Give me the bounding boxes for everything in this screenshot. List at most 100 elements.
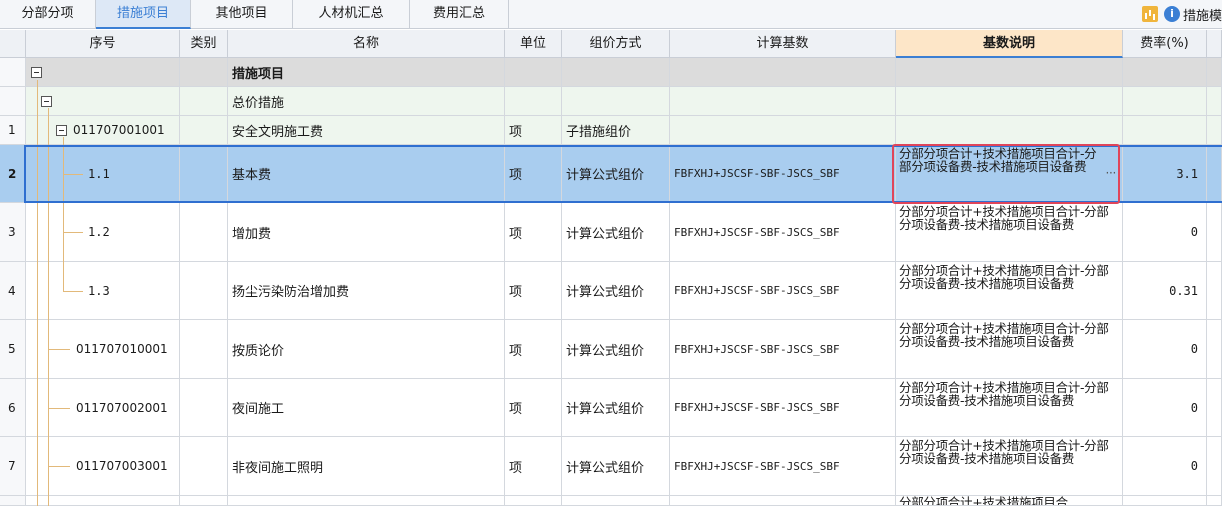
seq-cell[interactable]: 1.3 [26,262,180,320]
table-row[interactable]: 总价措施 [0,87,1222,116]
header-base-description[interactable]: 基数说明 [896,30,1123,58]
table-row[interactable]: 5 011707010001 按质论价 项 计算公式组价 FBFXHJ+JSCS… [0,320,1222,379]
name-cell[interactable]: 按质论价 [228,320,505,379]
rate-cell[interactable]: 0 [1123,379,1207,437]
info-icon[interactable]: i [1163,6,1180,22]
base-description-cell[interactable] [896,58,1123,87]
type-cell[interactable] [180,87,228,116]
rate-cell[interactable]: 0 [1123,437,1207,496]
base-cell[interactable]: FBFXHJ+JSCSF-SBF-JSCS_SBF [670,145,896,203]
collapse-toggle-icon[interactable] [56,124,67,136]
unit-cell[interactable]: 项 [505,116,562,145]
rate-cell[interactable] [1123,496,1207,506]
base-description-cell[interactable]: 分部分项合计+技术措施项目合计-分部分项设备费-技术措施项目设备费 [896,320,1123,379]
unit-cell[interactable] [505,87,562,116]
base-description-cell[interactable] [896,87,1123,116]
name-cell[interactable]: 措施项目 [228,58,505,87]
name-cell[interactable]: 总价措施 [228,87,505,116]
unit-cell[interactable]: 项 [505,379,562,437]
table-row-partial[interactable]: 分部分项合计+技术措施项目合 [0,496,1222,506]
measure-template-button[interactable]: 措施模 [1183,5,1222,24]
base-description-cell[interactable]: 分部分项合计+技术措施项目合计-分部分项设备费-技术措施项目设备费 [896,203,1123,262]
pricing-cell[interactable]: 计算公式组价 [562,145,670,203]
chart-icon[interactable] [1141,6,1158,22]
collapse-toggle-icon[interactable] [31,66,42,78]
header-seq[interactable]: 序号 [26,30,180,58]
pricing-cell[interactable]: 计算公式组价 [562,320,670,379]
tab-feiyong-huizong[interactable]: 费用汇总 [410,0,509,29]
table-row[interactable]: 措施项目 [0,58,1222,87]
pricing-cell[interactable]: 计算公式组价 [562,262,670,320]
name-cell[interactable]: 增加费 [228,203,505,262]
name-cell[interactable]: 非夜间施工照明 [228,437,505,496]
seq-cell[interactable]: 011707001001 [26,116,180,145]
table-row[interactable]: 4 1.3 扬尘污染防治增加费 项 计算公式组价 FBFXHJ+JSCSF-SB… [0,262,1222,320]
name-cell[interactable]: 夜间施工 [228,379,505,437]
unit-cell[interactable] [505,58,562,87]
table-row[interactable]: 3 1.2 增加费 项 计算公式组价 FBFXHJ+JSCSF-SBF-JSCS… [0,203,1222,262]
rate-cell[interactable]: 0.31 [1123,262,1207,320]
rate-cell[interactable]: 0 [1123,320,1207,379]
tab-cuoshixiangmu[interactable]: 措施项目 [96,0,191,29]
tab-rencaiji-huizong[interactable]: 人材机汇总 [293,0,410,29]
pricing-cell[interactable] [562,87,670,116]
base-description-cell[interactable]: 分部分项合计+技术措施项目合计-分部分项设备费-技术措施项目设备费 ··· [896,145,1123,203]
base-description-cell[interactable] [896,116,1123,145]
collapse-toggle-icon[interactable] [41,95,52,107]
seq-cell[interactable] [26,58,180,87]
seq-cell[interactable] [26,87,180,116]
type-cell[interactable] [180,203,228,262]
base-cell[interactable]: FBFXHJ+JSCSF-SBF-JSCS_SBF [670,262,896,320]
base-description-cell[interactable]: 分部分项合计+技术措施项目合计-分部分项设备费-技术措施项目设备费 [896,379,1123,437]
header-name[interactable]: 名称 [228,30,505,58]
type-cell[interactable] [180,116,228,145]
seq-cell[interactable]: 1.1 [26,145,180,203]
name-cell[interactable]: 安全文明施工费 [228,116,505,145]
unit-cell[interactable]: 项 [505,437,562,496]
base-cell[interactable]: FBFXHJ+JSCSF-SBF-JSCS_SBF [670,437,896,496]
base-cell[interactable] [670,496,896,506]
pricing-cell[interactable]: 计算公式组价 [562,379,670,437]
rate-cell[interactable] [1123,58,1207,87]
rate-cell[interactable] [1123,116,1207,145]
seq-cell[interactable]: 1.2 [26,203,180,262]
rate-cell[interactable]: 0 [1123,203,1207,262]
table-row-selected[interactable]: 2 1.1 基本费 项 计算公式组价 FBFXHJ+JSCSF-SBF-JSCS… [0,145,1222,203]
pricing-cell[interactable] [562,58,670,87]
type-cell[interactable] [180,496,228,506]
base-cell[interactable]: FBFXHJ+JSCSF-SBF-JSCS_SBF [670,203,896,262]
table-row[interactable]: 1 011707001001 安全文明施工费 项 子措施组价 [0,116,1222,145]
type-cell[interactable] [180,145,228,203]
header-type[interactable]: 类别 [180,30,228,58]
pricing-cell[interactable]: 计算公式组价 [562,437,670,496]
base-description-cell[interactable]: 分部分项合计+技术措施项目合 [896,496,1123,506]
type-cell[interactable] [180,437,228,496]
base-cell[interactable] [670,58,896,87]
base-cell[interactable]: FBFXHJ+JSCSF-SBF-JSCS_SBF [670,379,896,437]
unit-cell[interactable]: 项 [505,203,562,262]
tab-qitaxiangmu[interactable]: 其他项目 [191,0,293,29]
table-row[interactable]: 6 011707002001 夜间施工 项 计算公式组价 FBFXHJ+JSCS… [0,379,1222,437]
header-pricing[interactable]: 组价方式 [562,30,670,58]
type-cell[interactable] [180,58,228,87]
unit-cell[interactable]: 项 [505,145,562,203]
base-cell[interactable] [670,87,896,116]
more-button[interactable]: ··· [1105,167,1116,180]
type-cell[interactable] [180,379,228,437]
base-cell[interactable] [670,116,896,145]
pricing-cell[interactable] [562,496,670,506]
name-cell[interactable]: 基本费 [228,145,505,203]
unit-cell[interactable]: 项 [505,320,562,379]
header-base[interactable]: 计算基数 [670,30,896,58]
table-row[interactable]: 7 011707003001 非夜间施工照明 项 计算公式组价 FBFXHJ+J… [0,437,1222,496]
type-cell[interactable] [180,320,228,379]
unit-cell[interactable] [505,496,562,506]
base-description-cell[interactable]: 分部分项合计+技术措施项目合计-分部分项设备费-技术措施项目设备费 [896,262,1123,320]
rate-cell[interactable] [1123,87,1207,116]
seq-cell[interactable] [26,496,180,506]
type-cell[interactable] [180,262,228,320]
rate-cell[interactable]: 3.1 [1123,145,1207,203]
name-cell[interactable]: 扬尘污染防治增加费 [228,262,505,320]
base-description-cell[interactable]: 分部分项合计+技术措施项目合计-分部分项设备费-技术措施项目设备费 [896,437,1123,496]
unit-cell[interactable]: 项 [505,262,562,320]
